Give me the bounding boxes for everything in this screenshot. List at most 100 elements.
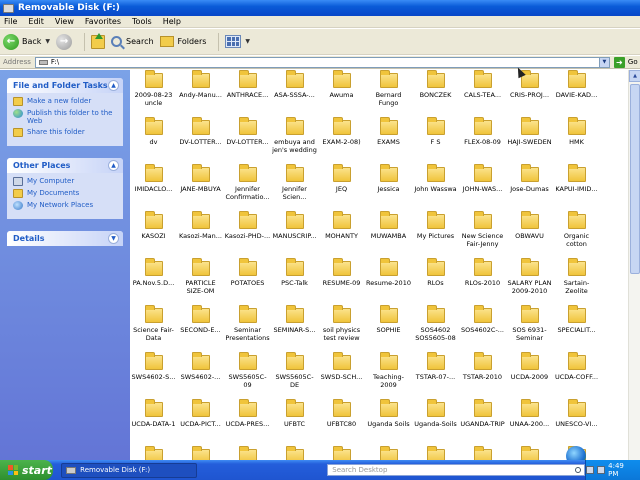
task-publish-folder[interactable]: Publish this folder to the Web xyxy=(13,109,117,125)
folder-item[interactable]: KASOZI xyxy=(130,211,177,258)
menu-view[interactable]: View xyxy=(55,17,74,26)
scroll-up-icon[interactable]: ▲ xyxy=(629,70,640,82)
folder-item[interactable]: SEMINAR-S... xyxy=(271,305,318,352)
folder-item[interactable]: RLOs-2010 xyxy=(459,258,506,305)
up-button[interactable] xyxy=(91,32,106,49)
start-button[interactable]: start xyxy=(0,460,54,480)
folder-item[interactable] xyxy=(412,446,459,460)
folder-item[interactable]: JEQ xyxy=(318,164,365,211)
folder-item[interactable]: 2009-08-23 uncle xyxy=(130,70,177,117)
folder-item[interactable]: ASA-SSSA-... xyxy=(271,70,318,117)
panel-header[interactable]: File and Folder Tasks ▲ xyxy=(7,78,123,93)
folder-item[interactable]: DAVIE-KAD... xyxy=(553,70,600,117)
folder-item[interactable]: POTATOES xyxy=(224,258,271,305)
folder-item[interactable]: Uganda Soils xyxy=(365,399,412,446)
folder-item[interactable] xyxy=(506,446,553,460)
panel-header[interactable]: Other Places ▲ xyxy=(7,158,123,173)
folder-item[interactable]: UFBTC80 xyxy=(318,399,365,446)
folder-item[interactable]: Organic cotton xyxy=(553,211,600,258)
folder-item[interactable] xyxy=(365,446,412,460)
folder-item[interactable]: SWS4602-... xyxy=(177,352,224,399)
folder-item[interactable]: Jennifer Scien... xyxy=(271,164,318,211)
folder-item[interactable] xyxy=(130,446,177,460)
address-input[interactable]: F:\ ▼ xyxy=(34,56,610,68)
scrollbar-thumb[interactable] xyxy=(630,84,640,274)
folder-item[interactable]: PSC-Talk xyxy=(271,258,318,305)
folder-item[interactable]: CALS-TEA... xyxy=(459,70,506,117)
folder-item[interactable]: Awuma xyxy=(318,70,365,117)
tray-icon[interactable] xyxy=(597,466,606,474)
folder-item[interactable]: Science Fair-Data xyxy=(130,305,177,352)
menu-tools[interactable]: Tools xyxy=(132,17,152,26)
folder-item[interactable]: UCDA-COFF... xyxy=(553,352,600,399)
tray-icon[interactable] xyxy=(586,466,595,474)
folder-item[interactable] xyxy=(459,446,506,460)
task-make-new-folder[interactable]: Make a new folder xyxy=(13,97,117,106)
folder-item[interactable]: SWS4602-S... xyxy=(130,352,177,399)
back-button[interactable]: ← Back ▼ xyxy=(3,33,50,50)
chevron-down-icon[interactable]: ▼ xyxy=(598,57,609,67)
menu-file[interactable]: File xyxy=(4,17,17,26)
menu-help[interactable]: Help xyxy=(163,17,181,26)
folder-item[interactable]: SOS 6931-Seminar xyxy=(506,305,553,352)
folder-item[interactable]: F S xyxy=(412,117,459,164)
folder-item[interactable]: UFBTC xyxy=(271,399,318,446)
folder-item[interactable]: IMIDACLO... xyxy=(130,164,177,211)
folder-item[interactable]: SPECIALIT... xyxy=(553,305,600,352)
folder-item[interactable]: KAPUI-IMID... xyxy=(553,164,600,211)
folder-item[interactable]: TSTAR-07-... xyxy=(412,352,459,399)
folder-item[interactable]: Kasozi-Man... xyxy=(177,211,224,258)
folder-item[interactable]: JANE-MBUYA xyxy=(177,164,224,211)
folder-item[interactable] xyxy=(271,446,318,460)
folder-item[interactable]: UCDA-2009 xyxy=(506,352,553,399)
folder-item[interactable]: New Science Fair-Jenny xyxy=(459,211,506,258)
folder-item[interactable]: SWSD-SCH... xyxy=(318,352,365,399)
folder-item[interactable]: Jessica xyxy=(365,164,412,211)
folder-item[interactable] xyxy=(177,446,224,460)
folder-item[interactable]: embuya and jen's wedding xyxy=(271,117,318,164)
chevron-up-icon[interactable]: ▲ xyxy=(108,160,119,171)
folder-item[interactable]: UCDA-PICT... xyxy=(177,399,224,446)
folder-item[interactable]: DV-LOTTER... xyxy=(224,117,271,164)
folder-item[interactable]: Sartain-Zeolite xyxy=(553,258,600,305)
folder-item[interactable]: Seminar Presentations xyxy=(224,305,271,352)
folder-item[interactable]: SOPHIE xyxy=(365,305,412,352)
views-button[interactable]: ▼ xyxy=(225,35,250,48)
place-my-network-places[interactable]: My Network Places xyxy=(13,201,117,210)
desktop-search-input[interactable]: Search Desktop xyxy=(327,464,586,476)
chevron-down-icon[interactable]: ▼ xyxy=(245,38,250,45)
folder-item[interactable]: SOS4602 SOS5605-08 xyxy=(412,305,459,352)
place-my-documents[interactable]: My Documents xyxy=(13,189,117,198)
menu-edit[interactable]: Edit xyxy=(28,17,44,26)
search-button[interactable]: Search xyxy=(111,36,154,47)
folder-item[interactable]: CRIS-PROJ... xyxy=(506,70,553,117)
folder-item[interactable]: Kasozi-PHD-... xyxy=(224,211,271,258)
folder-item[interactable] xyxy=(318,446,365,460)
folder-item[interactable]: RESUME-09 xyxy=(318,258,365,305)
folder-item[interactable]: HMK xyxy=(553,117,600,164)
folder-item[interactable]: SWS5605C-09 xyxy=(224,352,271,399)
folder-item[interactable]: SOS4602C-... xyxy=(459,305,506,352)
menu-favorites[interactable]: Favorites xyxy=(85,17,121,26)
folder-item[interactable]: OBWAVU xyxy=(506,211,553,258)
folder-item[interactable]: MANUSCRIP... xyxy=(271,211,318,258)
folder-item[interactable]: Uganda-Soils xyxy=(412,399,459,446)
taskbar-window-button[interactable]: Removable Disk (F:) xyxy=(61,462,198,478)
folder-item[interactable]: ANTHRACE... xyxy=(224,70,271,117)
place-my-computer[interactable]: My Computer xyxy=(13,177,117,186)
folder-item[interactable]: TSTAR-2010 xyxy=(459,352,506,399)
chevron-down-icon[interactable]: ▼ xyxy=(45,38,50,45)
folder-item[interactable]: BONCZEK xyxy=(412,70,459,117)
folder-item[interactable]: DV-LOTTER... xyxy=(177,117,224,164)
folder-item[interactable]: Bernard Fungo xyxy=(365,70,412,117)
folder-item[interactable]: Jose-Dumas xyxy=(506,164,553,211)
folder-item[interactable]: JOHN-WAS... xyxy=(459,164,506,211)
folder-item[interactable]: EXAMS xyxy=(365,117,412,164)
go-button[interactable]: ➜ Go xyxy=(613,56,638,68)
folder-item[interactable]: Teaching-2009 xyxy=(365,352,412,399)
folder-item[interactable]: SECOND-E... xyxy=(177,305,224,352)
folder-item[interactable]: UCDA-DATA-1 xyxy=(130,399,177,446)
folder-item[interactable]: John Wasswa xyxy=(412,164,459,211)
folder-item[interactable]: RLOs xyxy=(412,258,459,305)
forward-button[interactable]: → xyxy=(56,33,73,50)
